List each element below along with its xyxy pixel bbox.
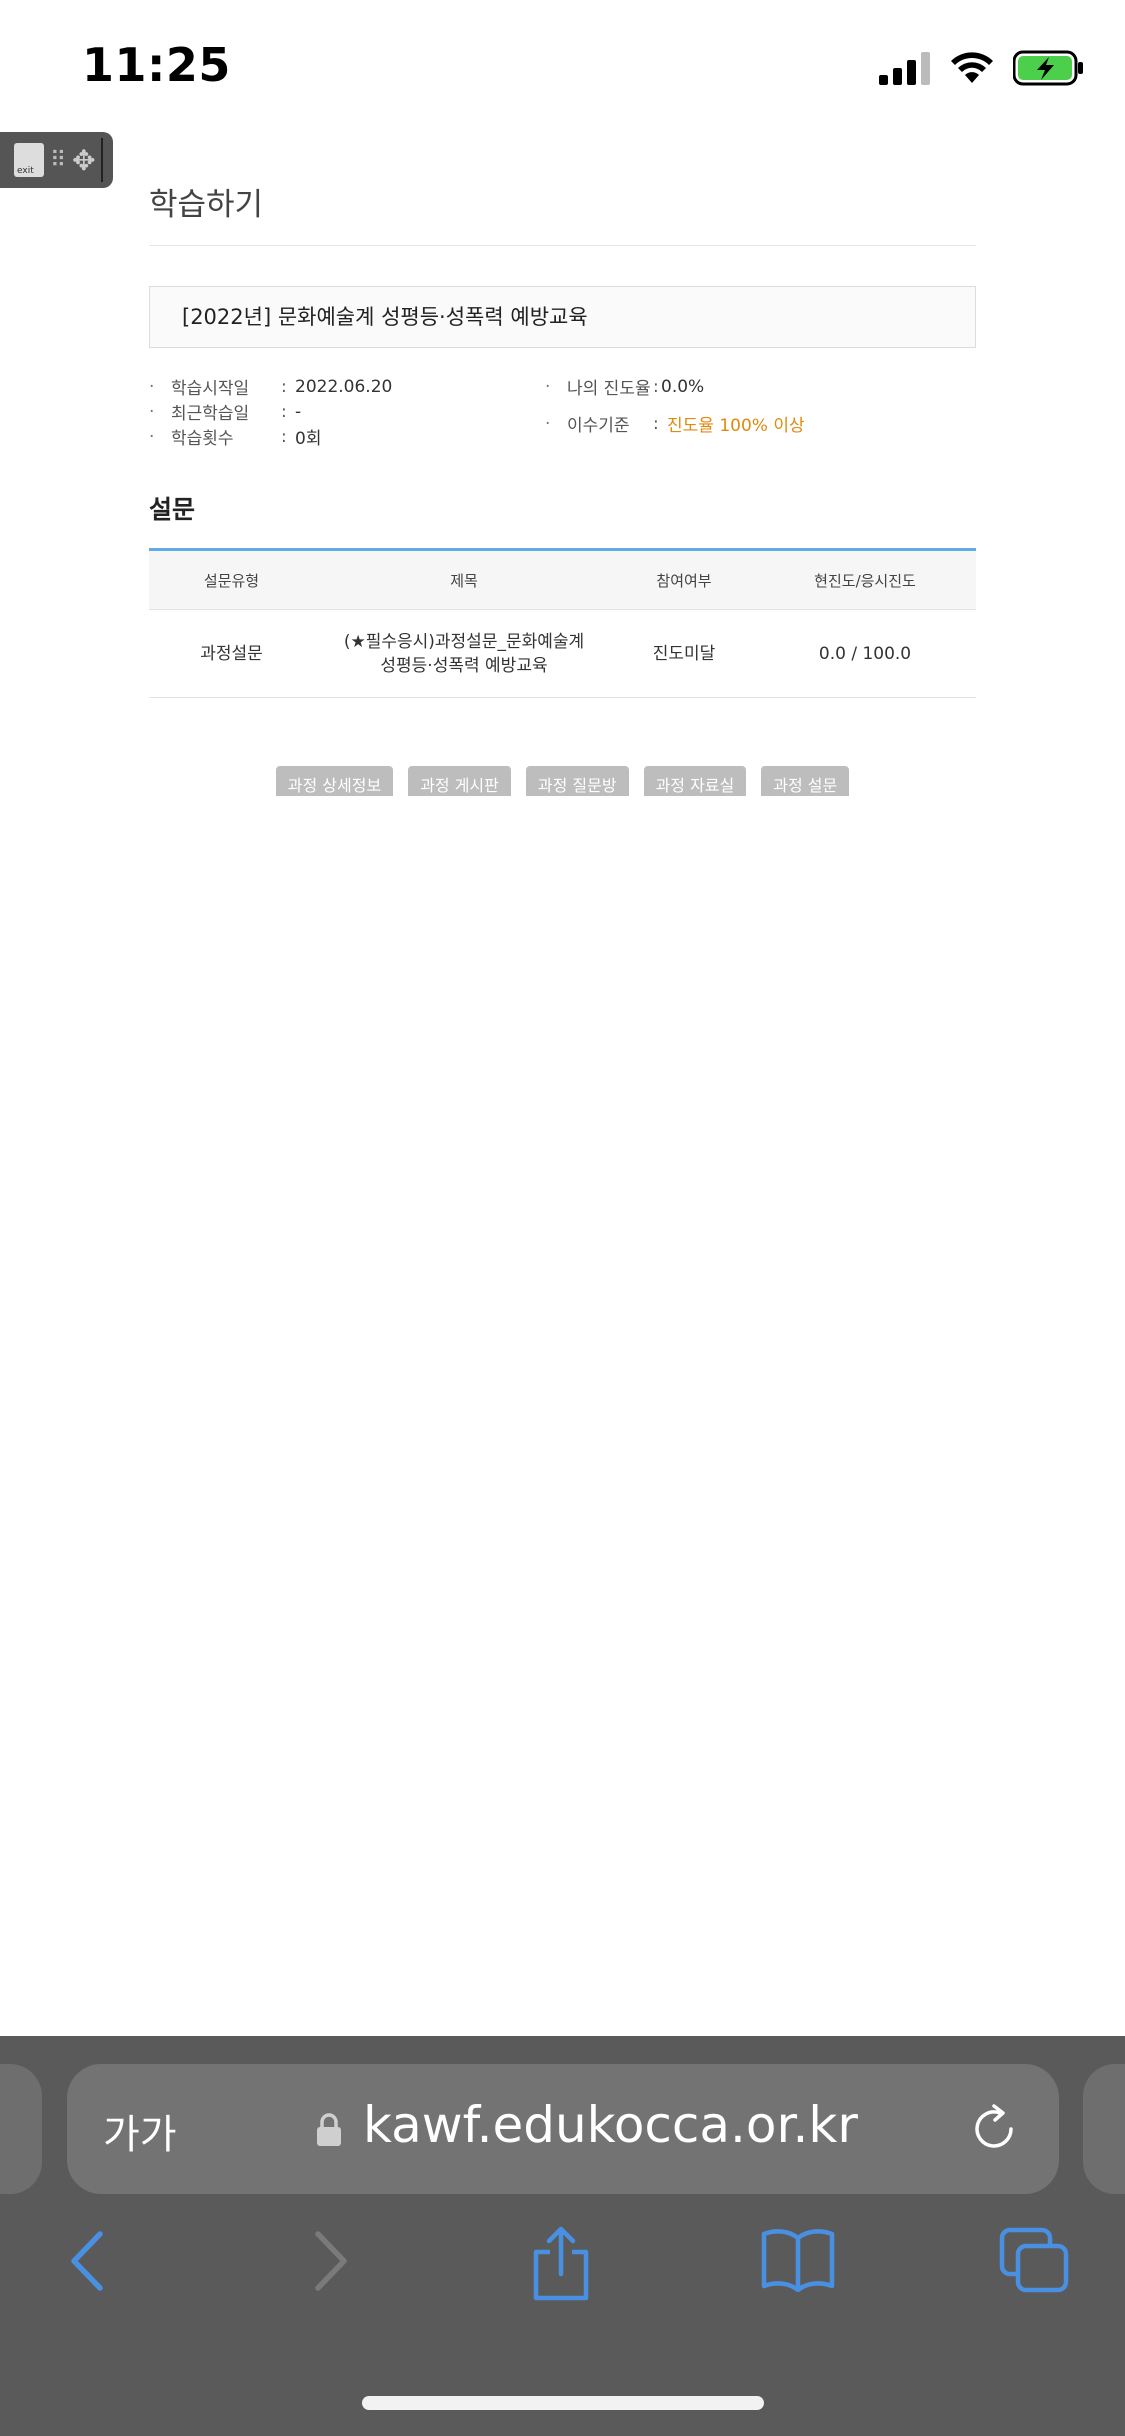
survey-title-line1[interactable]: (★필수응시)과정설문_문화예술계 [314, 630, 614, 654]
exit-button[interactable]: exit [14, 143, 44, 177]
course-info: · 학습시작일 : 2022.06.20 · 최근학습일 : - · 학습횟수 … [149, 348, 976, 460]
address-bar[interactable]: 가가 kawf.edukocca.or.kr [67, 2064, 1059, 2194]
back-icon[interactable] [64, 2226, 110, 2300]
info-progress-row: · 나의 진도율 : 0.0% [545, 374, 705, 400]
wifi-icon [949, 51, 995, 89]
home-indicator[interactable] [362, 2396, 764, 2410]
text-size-button[interactable]: 가가 [103, 2102, 177, 2160]
survey-title-cell[interactable]: (★필수응시)과정설문_문화예술계 성평등·성폭력 예방교육 [314, 609, 614, 698]
status-icons [879, 48, 1085, 92]
floating-toolbar[interactable]: exit ⠿ ✥ [0, 132, 113, 188]
tabs-icon[interactable] [998, 2226, 1072, 2300]
recent-date-label: 최근학습일 [171, 404, 250, 424]
bullet-icon: · [149, 376, 155, 397]
course-survey-button[interactable]: 과정 설문 [761, 766, 850, 796]
status-bar: 11:25 [0, 0, 1125, 138]
info-criteria-row: · 이수기준 : 진도율 100% 이상 [545, 411, 805, 437]
browser-nav-row [0, 2226, 1125, 2306]
previous-tab-peek[interactable] [0, 2064, 42, 2194]
course-resources-button[interactable]: 과정 자료실 [643, 766, 747, 796]
recent-date-value: - [295, 401, 302, 422]
header-title: 제목 [314, 549, 614, 610]
bullet-icon: · [545, 413, 551, 434]
forward-icon[interactable] [308, 2226, 354, 2300]
survey-table: 설문유형 제목 참여여부 현진도/응시진도 과정설문 (★필수응시)과정설문_문… [149, 548, 976, 698]
survey-status-cell: 진도미달 [614, 609, 754, 698]
info-count-row: · 학습횟수 : 0회 [149, 424, 322, 450]
criteria-value: 진도율 100% 이상 [667, 416, 805, 436]
study-count-label: 학습횟수 [171, 429, 234, 449]
bullet-icon: · [545, 376, 551, 397]
page-title: 학습하기 [149, 180, 976, 246]
table-row[interactable]: 과정설문 (★필수응시)과정설문_문화예술계 성평등·성폭력 예방교육 진도미달… [149, 609, 976, 698]
share-icon[interactable] [530, 2226, 592, 2306]
lock-icon [315, 2112, 343, 2152]
table-header-row: 설문유형 제목 참여여부 현진도/응시진도 [149, 549, 976, 610]
bullet-icon: · [149, 401, 155, 422]
course-qna-button[interactable]: 과정 질문방 [525, 766, 629, 796]
browser-toolbar: 가가 kawf.edukocca.or.kr [0, 2036, 1125, 2436]
info-start-row: · 학습시작일 : 2022.06.20 [149, 374, 393, 400]
toolbar-divider [101, 138, 103, 182]
start-date-value: 2022.06.20 [295, 376, 393, 397]
next-tab-peek[interactable] [1083, 2064, 1125, 2194]
url-text[interactable]: kawf.edukocca.or.kr [363, 2096, 858, 2154]
info-recent-row: · 최근학습일 : - [149, 399, 302, 425]
header-type: 설문유형 [149, 549, 314, 610]
status-time: 11:25 [82, 38, 231, 92]
study-count-value: 0회 [295, 429, 322, 449]
progress-value: 0.0% [661, 376, 705, 397]
course-title-box: [2022년] 문화예술계 성평등·성폭력 예방교육 [149, 286, 976, 348]
drag-dots-icon[interactable]: ⠿ [50, 148, 66, 173]
cellular-signal-icon [879, 51, 931, 89]
battery-charging-icon [1012, 50, 1085, 90]
start-date-label: 학습시작일 [171, 379, 250, 399]
survey-title-line2[interactable]: 성평등·성폭력 예방교육 [314, 654, 614, 678]
move-arrows-icon[interactable]: ✥ [72, 144, 95, 177]
course-button-row: 과정 상세정보 과정 게시판 과정 질문방 과정 자료실 과정 설문 [149, 766, 976, 796]
survey-section-title: 설문 [149, 495, 196, 524]
survey-progress-cell: 0.0 / 100.0 [754, 609, 976, 698]
main-content: 학습하기 [2022년] 문화예술계 성평등·성폭력 예방교육 · 학습시작일 … [149, 180, 976, 796]
criteria-label: 이수기준 [567, 416, 630, 436]
header-status: 참여여부 [614, 549, 754, 610]
progress-label: 나의 진도율 [567, 379, 651, 399]
course-board-button[interactable]: 과정 게시판 [408, 766, 511, 796]
bookmarks-icon[interactable] [760, 2226, 836, 2296]
reload-icon[interactable] [967, 2102, 1021, 2160]
survey-type-cell: 과정설문 [149, 609, 314, 698]
course-detail-button[interactable]: 과정 상세정보 [275, 766, 394, 796]
header-progress: 현진도/응시진도 [754, 549, 976, 610]
exit-label: exit [17, 166, 34, 176]
bullet-icon: · [149, 426, 155, 447]
